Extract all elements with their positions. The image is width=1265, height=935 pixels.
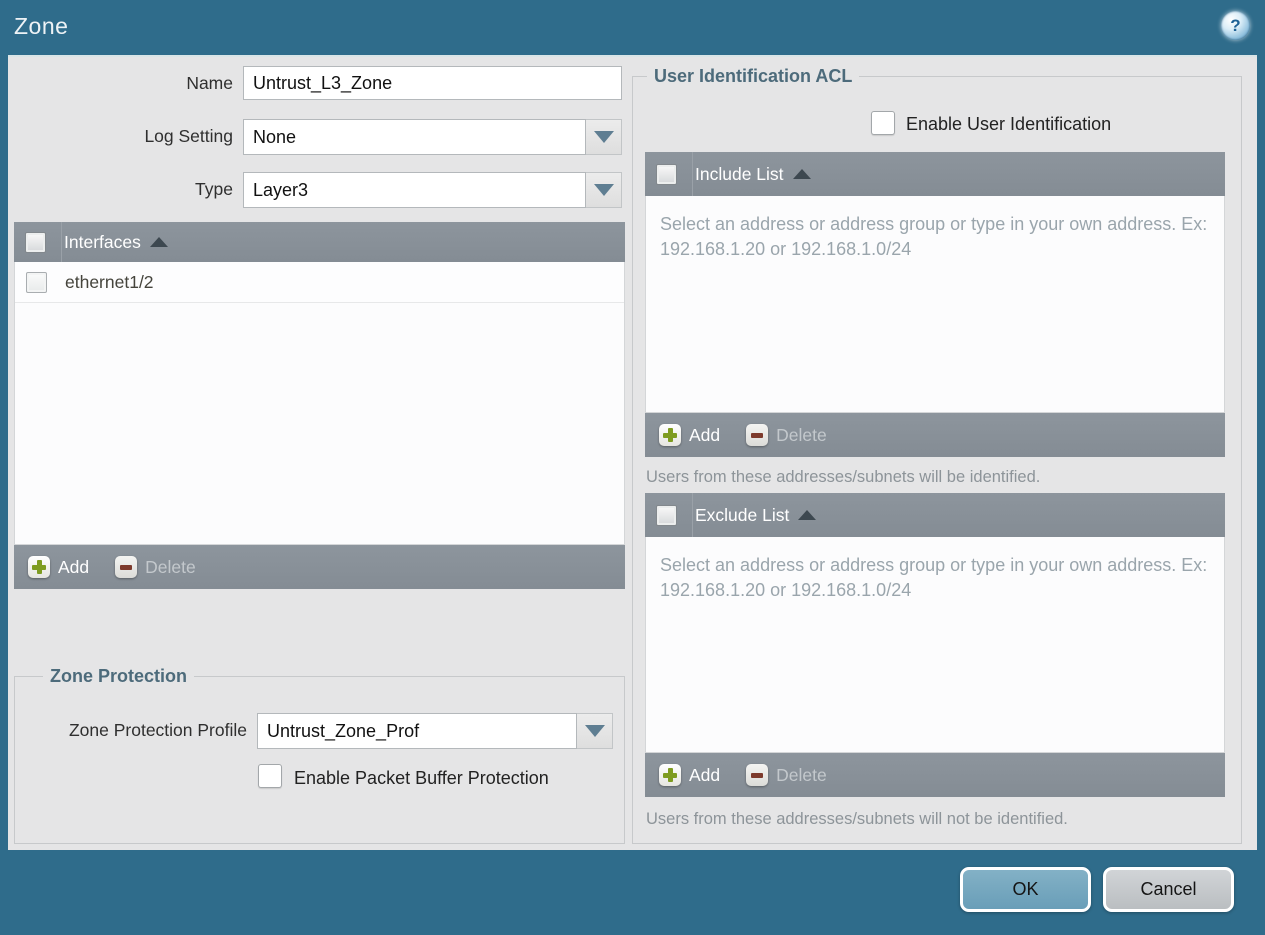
add-button-label: Add [689,424,721,445]
include-list-column-header: Include List [695,163,784,184]
type-dropdown[interactable]: Layer3 [243,172,622,208]
include-list-body[interactable]: Select an address or address group or ty… [645,196,1225,413]
include-list-placeholder: Select an address or address group or ty… [660,214,1208,259]
header-separator [692,493,693,537]
exclude-list-header[interactable]: Exclude List [645,493,1225,537]
chevron-down-icon [593,131,614,143]
interfaces-add-button[interactable]: Add [28,556,89,578]
chevron-down-icon [584,725,605,737]
include-select-all-checkbox[interactable] [656,163,677,185]
chevron-down-icon [593,184,614,196]
zone-protection-profile-dropdown-button[interactable] [577,713,613,749]
log-setting-dropdown-button[interactable] [586,119,622,155]
exclude-add-button[interactable]: Add [659,764,720,786]
header-separator [61,222,62,262]
plus-icon [659,764,681,786]
zone-protection-profile-dropdown[interactable]: Untrust_Zone_Prof [257,713,613,749]
exclude-list-caption: Users from these addresses/subnets will … [646,810,1068,828]
sort-ascending-icon[interactable] [149,237,168,247]
add-button-label: Add [58,556,90,577]
delete-button-label: Delete [776,424,827,445]
ok-button[interactable]: OK [960,867,1091,912]
log-setting-value: None [243,119,586,155]
include-delete-button[interactable]: Delete [746,424,827,446]
name-input[interactable] [243,66,622,100]
enable-user-identification-label: Enable User Identification [906,114,1112,134]
dialog-title: Zone [14,13,69,39]
minus-icon [746,424,769,446]
interfaces-table-body: ethernet1/2 [14,262,625,545]
include-list-header[interactable]: Include List [645,152,1225,196]
row-checkbox[interactable] [26,271,47,293]
zone-protection-profile-label: Zone Protection Profile [68,720,247,740]
sort-ascending-icon[interactable] [792,169,811,179]
exclude-list-footer: Add Delete [645,753,1225,797]
exclude-list-placeholder: Select an address or address group or ty… [660,555,1208,600]
type-value: Layer3 [243,172,586,208]
plus-icon [28,556,50,578]
exclude-delete-button[interactable]: Delete [746,764,827,786]
delete-button-label: Delete [776,764,827,785]
include-add-button[interactable]: Add [659,424,720,446]
cancel-button[interactable]: Cancel [1103,867,1234,912]
zone-dialog: Zone ? Name Log Setting None Type Layer3… [0,0,1265,935]
log-setting-dropdown[interactable]: None [243,119,622,155]
interfaces-table-footer: Add Delete [14,545,625,589]
packet-buffer-protection-label: Enable Packet Buffer Protection [294,768,549,788]
interfaces-table-header[interactable]: Interfaces [14,222,625,262]
include-list-table: Include List Select an address or addres… [645,152,1225,457]
enable-user-identification-checkbox[interactable] [871,111,895,135]
minus-icon [115,556,138,578]
type-dropdown-button[interactable] [586,172,622,208]
sort-ascending-icon[interactable] [798,510,817,520]
log-setting-label: Log Setting [144,126,233,146]
interface-name: ethernet1/2 [65,271,154,292]
include-list-caption: Users from these addresses/subnets will … [646,468,1041,486]
interfaces-column-header: Interfaces [64,231,141,252]
zone-protection-fieldset: Zone Protection [14,666,625,844]
help-icon[interactable]: ? [1221,11,1250,40]
table-row[interactable]: ethernet1/2 [15,262,624,303]
exclude-list-column-header: Exclude List [695,504,790,525]
minus-icon [746,764,769,786]
packet-buffer-protection-checkbox[interactable] [258,764,282,788]
exclude-select-all-checkbox[interactable] [656,504,677,526]
plus-icon [659,424,681,446]
interfaces-select-all-checkbox[interactable] [25,231,46,253]
zone-protection-profile-value: Untrust_Zone_Prof [257,713,577,749]
interfaces-table: Interfaces ethernet1/2 Add Delete [14,222,625,589]
header-separator [692,152,693,196]
user-id-acl-legend: User Identification ACL [647,66,860,87]
name-label: Name [186,73,233,93]
add-button-label: Add [689,764,721,785]
include-list-footer: Add Delete [645,413,1225,457]
zone-protection-legend: Zone Protection [43,666,195,687]
delete-button-label: Delete [145,556,196,577]
exclude-list-body[interactable]: Select an address or address group or ty… [645,537,1225,753]
type-label: Type [195,179,233,199]
exclude-list-table: Exclude List Select an address or addres… [645,493,1225,797]
interfaces-delete-button[interactable]: Delete [115,556,196,578]
